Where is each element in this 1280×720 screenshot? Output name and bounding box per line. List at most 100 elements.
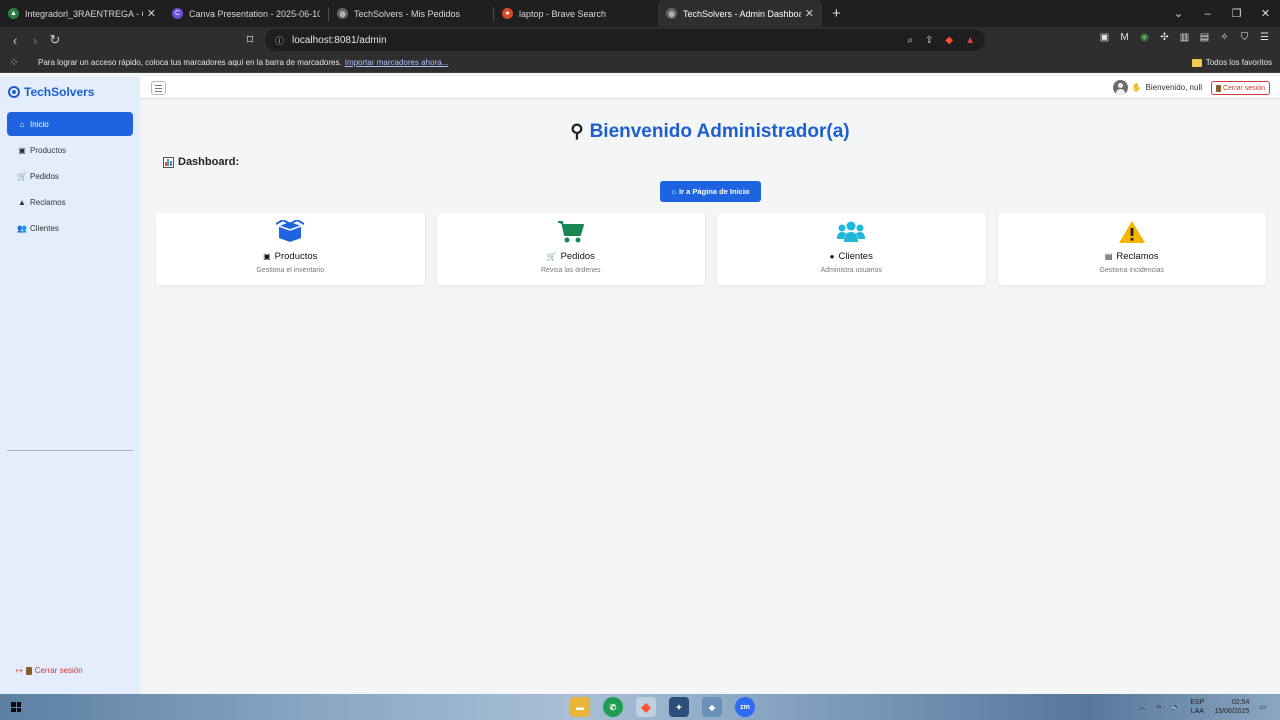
whatsapp-icon[interactable]: ✆ (603, 697, 623, 717)
brand[interactable]: TechSolvers (8, 85, 94, 99)
files-icon[interactable]: ▬ (570, 697, 590, 717)
wave-icon: ✋ (1131, 83, 1142, 92)
volume-icon[interactable]: 🔈 (1172, 703, 1181, 711)
globe-icon: ◍ (666, 8, 677, 19)
hamburger-menu-button[interactable] (151, 81, 166, 95)
forward-icon[interactable]: › (25, 33, 45, 48)
card-subtitle: Gestiona incidencias (1099, 267, 1165, 274)
brave-shield-icon[interactable]: ◆ (945, 35, 953, 46)
sidebar-item-pedidos[interactable]: 🛒 Pedidos (7, 164, 133, 188)
site-info-icon[interactable]: ⓘ (275, 34, 284, 47)
tab-title: Canva Presentation - 2025-06-10 10: (189, 8, 320, 19)
close-window-icon[interactable]: ✕ (1251, 7, 1280, 20)
all-favorites-button[interactable]: Todos los favoritos (1191, 58, 1272, 67)
logout-button-label: Cerrar sesión (1222, 84, 1265, 92)
warning-icon (1118, 221, 1145, 243)
browser-tab[interactable]: ▲ Integradorl_3RAENTREGA - Goo ✕ (0, 0, 164, 27)
wallet-icon[interactable]: ▤ (1199, 32, 1210, 43)
share-icon[interactable]: ⇪ (925, 35, 933, 46)
sidebar-toggle-icon[interactable]: ▥ (1179, 32, 1190, 43)
card-pedidos[interactable]: 🛒 Pedidos Revisa las órdenes (436, 213, 705, 285)
all-favorites-label: Todos los favoritos (1205, 58, 1272, 67)
start-button[interactable] (3, 694, 29, 720)
url-text[interactable]: localhost:8081/admin (292, 35, 387, 46)
search-icon: ● (502, 8, 513, 19)
card-productos[interactable]: ▣ Productos Gestiona el inventario (156, 213, 425, 285)
menu-icon[interactable]: ☰ (1259, 32, 1270, 43)
leo-icon[interactable]: ✧ (1219, 32, 1230, 43)
card-title-text: Pedidos (560, 251, 595, 262)
extension-icon[interactable]: M (1119, 32, 1130, 43)
sidebar-item-clientes[interactable]: 👥 Clientes (7, 216, 133, 240)
sidebar-logout-label: Cerrar sesión (34, 666, 83, 675)
tab-search-icon[interactable]: ⌄ (1164, 7, 1193, 20)
page-title-text: Bienvenido Administrador(a) (589, 121, 850, 142)
card-subtitle: Gestiona el inventario (256, 267, 325, 274)
sidebar-item-productos[interactable]: ▣ Productos (7, 138, 133, 162)
windows-pane (16, 702, 21, 707)
brave-rewards-icon[interactable]: ▲ (965, 35, 975, 46)
chevron-up-icon[interactable]: ︿ (1139, 702, 1146, 712)
extension-icon[interactable]: ▣ (1099, 32, 1110, 43)
sidebar-item-inicio[interactable]: ⌂ Inicio (7, 112, 133, 136)
sidebar-logout-link[interactable]: ↦ Cerrar sesión (16, 666, 83, 675)
card-subtitle: Revisa las órdenes (540, 267, 601, 274)
window-controls: ⌄ – ❐ ✕ (1164, 0, 1280, 27)
back-icon[interactable]: ‹ (5, 33, 25, 48)
warning-icon: ▲ (18, 197, 26, 207)
extension-icon[interactable]: ◉ (1139, 32, 1150, 43)
dashboard-label-text: Dashboard: (178, 156, 240, 168)
brave-icon[interactable]: ◆ (636, 697, 656, 717)
browser-tab[interactable]: ● laptop - Brave Search (494, 0, 658, 27)
chart-icon-bar (169, 160, 172, 166)
windows-pane (11, 707, 16, 712)
sidebar-item-reclamos[interactable]: ▲ Reclamos (7, 190, 133, 214)
hamburger-line (155, 84, 162, 86)
browser-tab[interactable]: C Canva Presentation - 2025-06-10 10: (164, 0, 328, 27)
zoom-search-icon[interactable]: ⌕ (907, 35, 913, 46)
vpn-icon[interactable]: ⛉ (1239, 32, 1250, 43)
address-bar[interactable]: ⓘ localhost:8081/admin ⌕ ⇪ ◆ ▲ (265, 29, 985, 51)
close-icon[interactable]: ✕ (147, 7, 156, 20)
browser-tab[interactable]: ◍ TechSolvers - Mis Pedidos (329, 0, 493, 27)
reload-icon[interactable]: ↻ (45, 32, 65, 48)
tab-title: laptop - Brave Search (519, 8, 607, 19)
zoom-icon[interactable]: zm (735, 697, 755, 717)
card-reclamos[interactable]: ▤ Reclamos Gestiona incidencias (997, 213, 1266, 285)
sidebar-item-label: Clientes (30, 223, 59, 233)
puzzle-icon[interactable]: ✣ (1159, 32, 1170, 43)
windows-taskbar: ▬ ✆ ◆ ✦ ◈ zm ︿ ⌓ 🔈 ESP LAA 02:54 15/06/2… (0, 694, 1280, 720)
bookmarks-bar: ⁘ Para lograr un acceso rápido, coloca t… (0, 53, 1280, 73)
import-bookmarks-link[interactable]: Importar marcadores ahora... (345, 58, 449, 67)
package-icon: ▣ (263, 252, 271, 261)
system-tray: ︿ ⌓ 🔈 ESP LAA 02:54 15/06/2025 ▭ (1139, 694, 1266, 720)
network-icon[interactable]: ⌓ (1156, 703, 1162, 711)
go-home-button[interactable]: ⌂ Ir a Página de Inicio (660, 181, 761, 202)
dashboard-cards: ▣ Productos Gestiona el inventario 🛒 Ped… (156, 213, 1266, 285)
card-title: ▣ Productos (156, 251, 425, 262)
logout-button[interactable]: Cerrar sesión (1210, 81, 1270, 95)
app-icon[interactable]: ◈ (702, 697, 722, 717)
go-home-button-label: Ir a Página de Inicio (679, 187, 750, 196)
language-indicator[interactable]: ESP LAA (1190, 698, 1204, 716)
bookmark-icon[interactable]: ⌑ (240, 32, 260, 48)
drive-icon: ▲ (8, 8, 19, 19)
door-icon (1215, 84, 1221, 92)
extension-icons: ▣ M ◉ ✣ ▥ ▤ ✧ ⛉ ☰ (1099, 32, 1270, 43)
apps-grid-icon[interactable]: ⁘ (4, 56, 24, 69)
card-clientes[interactable]: ● Clientes Administra usuarios (717, 213, 986, 285)
boxes-icon: ▣ (18, 145, 26, 155)
lang-top: ESP (1190, 699, 1205, 706)
clock[interactable]: 02:54 15/06/2025 (1214, 698, 1249, 716)
minimize-icon[interactable]: – (1193, 8, 1222, 20)
notifications-icon[interactable]: ▭ (1259, 703, 1266, 711)
avatar[interactable] (1112, 80, 1128, 95)
browser-tab-active[interactable]: ◍ TechSolvers - Admin Dashboard ✕ (658, 0, 822, 27)
windows-icon (11, 702, 21, 712)
close-icon[interactable]: ✕ (805, 7, 814, 20)
box-icon (276, 220, 305, 242)
new-tab-button[interactable]: + (832, 5, 841, 22)
home-icon: ⌂ (19, 119, 25, 129)
restore-icon[interactable]: ❐ (1222, 7, 1251, 20)
vscode-icon[interactable]: ✦ (669, 697, 689, 717)
